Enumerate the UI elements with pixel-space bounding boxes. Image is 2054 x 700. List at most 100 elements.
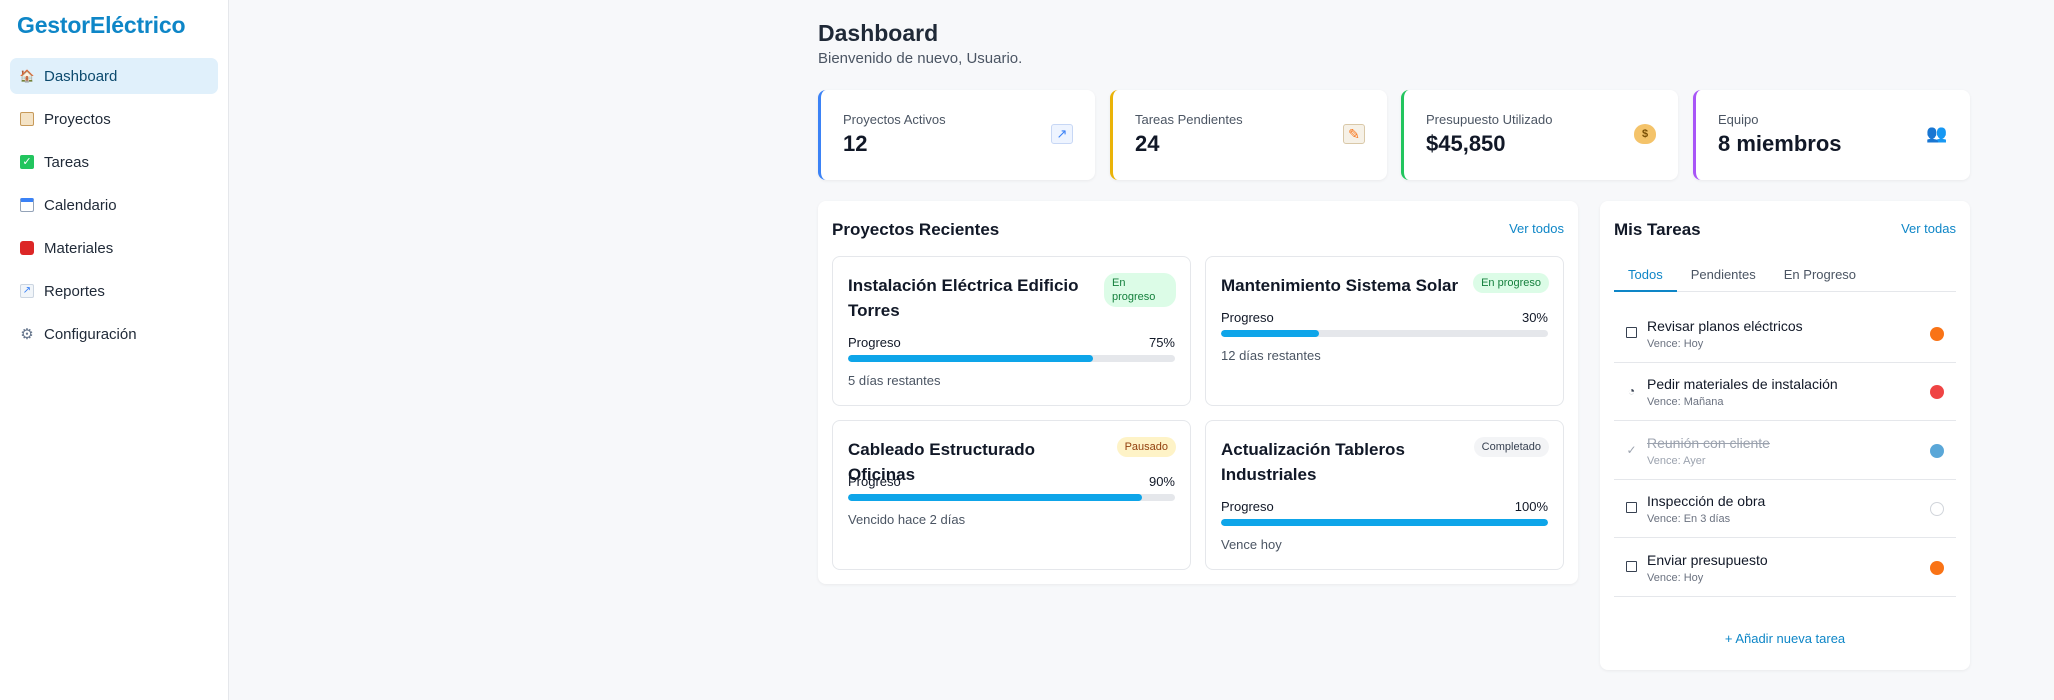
recent-projects-panel: Proyectos Recientes Ver todos Instalació… bbox=[818, 201, 1578, 584]
stat-label: Proyectos Activos bbox=[843, 112, 946, 127]
stat-value: 24 bbox=[1135, 131, 1160, 156]
checkbox-icon: ✓ bbox=[20, 155, 34, 169]
progress-percent: 30% bbox=[1521, 310, 1548, 325]
sidebar-item-label: Configuración bbox=[44, 325, 137, 343]
sidebar-item-label: Calendario bbox=[44, 196, 117, 214]
project-name: Mantenimiento Sistema Solar bbox=[1221, 276, 1459, 295]
progress-label: Progreso bbox=[848, 335, 901, 350]
task-checkbox[interactable] bbox=[1626, 561, 1637, 572]
my-tasks-panel: Mis Tareas Ver todas Todos Pendientes En… bbox=[1600, 201, 1970, 670]
progress-bar-fill bbox=[1221, 330, 1320, 337]
project-card[interactable]: Mantenimiento Sistema Solar En progreso … bbox=[1205, 256, 1564, 406]
progress-row: Progreso 30% bbox=[1221, 310, 1548, 325]
progress-row: Progreso 90% bbox=[848, 474, 1175, 489]
money-bag-icon: $ bbox=[1634, 124, 1656, 144]
sidebar-item-configuracion[interactable]: ⚙ Configuración bbox=[10, 316, 218, 352]
house-icon: 🏠 bbox=[19, 69, 35, 83]
checkmark-icon[interactable]: ✓ bbox=[1626, 443, 1637, 457]
task-tabs: Todos Pendientes En Progreso bbox=[1614, 255, 1956, 292]
project-card[interactable]: Instalación Eléctrica Edificio Torres En… bbox=[832, 256, 1191, 406]
priority-dot bbox=[1930, 327, 1944, 341]
progress-bar-fill bbox=[848, 355, 1094, 362]
sidebar-nav: 🏠 Dashboard Proyectos ✓ Tareas Calendari… bbox=[10, 58, 218, 359]
progress-label: Progreso bbox=[848, 474, 901, 489]
task-title: Reunión con cliente bbox=[1647, 435, 1770, 451]
task-item[interactable]: Enviar presupuesto Vence: Hoy bbox=[1614, 539, 1956, 597]
task-due: Vence: Ayer bbox=[1647, 455, 1706, 467]
project-card[interactable]: Actualización Tableros Industriales Comp… bbox=[1205, 420, 1564, 570]
task-checkbox[interactable] bbox=[1626, 327, 1637, 338]
progress-label: Progreso bbox=[1221, 310, 1274, 325]
stat-value: $45,850 bbox=[1426, 131, 1506, 156]
panel-title: Mis Tareas bbox=[1614, 220, 1701, 239]
progress-percent: 100% bbox=[1514, 499, 1548, 514]
progress-bar-fill bbox=[1221, 519, 1548, 526]
sidebar-item-label: Materiales bbox=[44, 239, 114, 257]
tab-todos[interactable]: Todos bbox=[1614, 255, 1677, 292]
project-card[interactable]: Cableado Estructurado Oficinas Pausado P… bbox=[832, 420, 1191, 570]
stat-label: Equipo bbox=[1718, 112, 1759, 127]
calendar-icon bbox=[20, 198, 34, 212]
sidebar-item-tareas[interactable]: ✓ Tareas bbox=[10, 144, 218, 180]
sidebar-item-materiales[interactable]: Materiales bbox=[10, 230, 218, 266]
progress-percent: 75% bbox=[1148, 335, 1175, 350]
task-item[interactable]: Revisar planos eléctricos Vence: Hoy bbox=[1614, 305, 1956, 363]
progress-row: Progreso 100% bbox=[1221, 499, 1548, 514]
project-name: Instalación Eléctrica Edificio Torres bbox=[848, 276, 1079, 320]
status-badge: Pausado bbox=[1116, 437, 1176, 457]
project-due-note: Vencido hace 2 días bbox=[848, 512, 966, 527]
task-checkbox[interactable] bbox=[1626, 502, 1637, 513]
view-all-projects-link[interactable]: Ver todos bbox=[1509, 221, 1564, 236]
task-due: Vence: En 3 días bbox=[1647, 513, 1731, 525]
priority-dot bbox=[1930, 444, 1944, 458]
stat-value: 12 bbox=[843, 131, 868, 156]
priority-dot bbox=[1930, 385, 1944, 399]
status-badge: Completado bbox=[1473, 437, 1549, 457]
task-title: Inspección de obra bbox=[1647, 493, 1766, 509]
sidebar: GestorEléctrico 🏠 Dashboard Proyectos ✓ … bbox=[0, 0, 229, 700]
sidebar-item-reportes[interactable]: ↗ Reportes bbox=[10, 273, 218, 309]
stat-card-tareas-pendientes: Tareas Pendientes 24 ✎ bbox=[1110, 90, 1387, 180]
task-item[interactable]: ✓ Reunión con cliente Vence: Ayer bbox=[1614, 422, 1956, 480]
priority-dot bbox=[1930, 561, 1944, 575]
progress-bar bbox=[848, 494, 1175, 501]
brand-logo[interactable]: GestorEléctrico bbox=[17, 12, 185, 39]
progress-bar bbox=[1221, 330, 1548, 337]
add-task-button[interactable]: + Añadir nueva tarea bbox=[1600, 631, 1970, 646]
sidebar-item-proyectos[interactable]: Proyectos bbox=[10, 101, 218, 137]
stat-card-proyectos-activos: Proyectos Activos 12 ↗ bbox=[818, 90, 1095, 180]
task-item[interactable]: ◔ Pedir materiales de instalación Vence:… bbox=[1614, 363, 1956, 421]
project-due-note: 5 días restantes bbox=[848, 373, 941, 388]
chart-icon: ↗ bbox=[20, 284, 34, 298]
in-progress-icon[interactable]: ◔ bbox=[1626, 384, 1637, 398]
progress-row: Progreso 75% bbox=[848, 335, 1175, 350]
view-all-tasks-link[interactable]: Ver todas bbox=[1901, 221, 1956, 236]
project-due-note: Vence hoy bbox=[1221, 537, 1282, 552]
progress-bar bbox=[1221, 519, 1548, 526]
progress-label: Progreso bbox=[1221, 499, 1274, 514]
sidebar-item-calendario[interactable]: Calendario bbox=[10, 187, 218, 223]
panel-title: Proyectos Recientes bbox=[832, 220, 1000, 239]
tab-en-progreso[interactable]: En Progreso bbox=[1770, 255, 1870, 292]
task-title: Pedir materiales de instalación bbox=[1647, 376, 1838, 392]
status-badge: En progreso bbox=[1473, 273, 1549, 293]
memo-icon: ✎ bbox=[1343, 124, 1365, 144]
progress-bar-fill bbox=[848, 494, 1143, 501]
tab-pendientes[interactable]: Pendientes bbox=[1677, 255, 1770, 292]
chart-increasing-icon: ↗ bbox=[1051, 124, 1073, 144]
task-title: Enviar presupuesto bbox=[1647, 552, 1768, 568]
page-title: Dashboard bbox=[818, 20, 939, 46]
stat-label: Tareas Pendientes bbox=[1135, 112, 1243, 127]
task-due: Vence: Hoy bbox=[1647, 338, 1704, 350]
status-badge: En progreso bbox=[1104, 273, 1176, 307]
task-item[interactable]: Inspección de obra Vence: En 3 días bbox=[1614, 480, 1956, 538]
sidebar-item-dashboard[interactable]: 🏠 Dashboard bbox=[10, 58, 218, 94]
sidebar-item-label: Dashboard bbox=[44, 67, 118, 85]
toolbox-icon bbox=[20, 241, 34, 255]
project-due-note: 12 días restantes bbox=[1221, 348, 1321, 363]
page-subtitle: Bienvenido de nuevo, Usuario. bbox=[818, 50, 1023, 67]
stat-card-equipo: Equipo 8 miembros 👥 bbox=[1693, 90, 1970, 180]
stat-value: 8 miembros bbox=[1718, 131, 1842, 156]
task-due: Vence: Hoy bbox=[1647, 572, 1704, 584]
progress-bar bbox=[848, 355, 1175, 362]
